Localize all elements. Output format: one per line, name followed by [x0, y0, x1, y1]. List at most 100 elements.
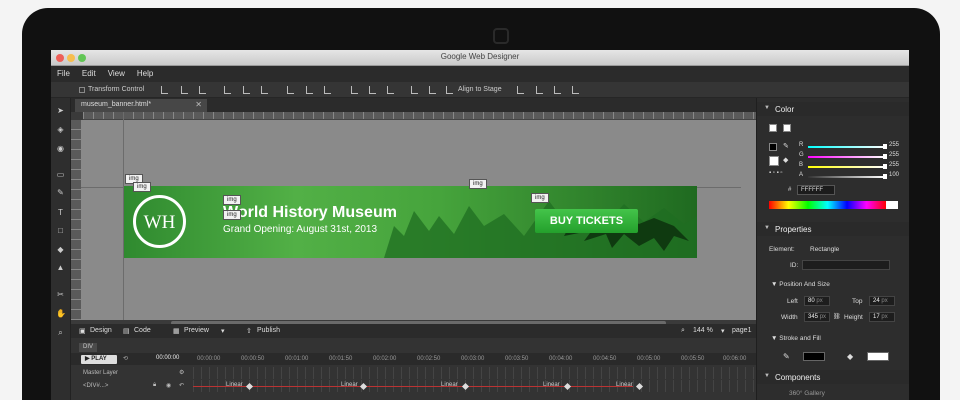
size-width-icon[interactable] — [411, 86, 418, 94]
top-input[interactable]: 24 px — [869, 296, 895, 306]
tag-tool-icon[interactable]: ▭ — [56, 170, 65, 179]
preview-button[interactable]: Preview — [184, 327, 209, 334]
green-slider[interactable] — [808, 154, 887, 159]
align-to-stage-icon[interactable] — [446, 86, 453, 94]
zoom-tool-icon[interactable]: ⌕ — [56, 328, 65, 337]
link-icon[interactable]: ⛓ — [833, 313, 841, 320]
distribute-right-icon[interactable] — [387, 86, 394, 94]
stroke-fill-header[interactable]: ▼ Stroke and Fill — [771, 335, 821, 342]
id-input[interactable] — [802, 260, 890, 270]
pen-tool-icon[interactable]: ✎ — [56, 188, 65, 197]
red-slider[interactable] — [808, 144, 887, 149]
timeline-breadcrumb[interactable]: DIV — [79, 343, 98, 352]
transform-control-checkbox[interactable] — [79, 87, 85, 93]
align-to-stage-label[interactable]: Align to Stage — [458, 86, 502, 93]
page-selector[interactable]: page1 — [732, 327, 751, 334]
distribute-center-icon[interactable] — [369, 86, 376, 94]
publish-button[interactable]: Publish — [257, 327, 280, 334]
loop-icon[interactable]: ⟲ — [123, 355, 128, 362]
distribute-middle-icon[interactable] — [306, 86, 313, 94]
preview-icon[interactable]: ▦ — [173, 327, 180, 335]
blue-value[interactable]: 255 — [889, 162, 899, 168]
paint-bucket-icon[interactable]: ◆ — [783, 156, 788, 164]
menu-help[interactable]: Help — [131, 66, 159, 78]
stroke-tool-icon[interactable]: ▲ — [56, 263, 65, 272]
color-panel-header[interactable]: Color — [757, 102, 909, 116]
align-left-icon[interactable] — [161, 86, 168, 94]
stroke-pencil-icon[interactable]: ✎ — [783, 352, 790, 361]
red-value[interactable]: 255 — [889, 142, 899, 148]
stroke-color-swatch[interactable] — [803, 352, 825, 361]
publish-icon[interactable]: ⇧ — [246, 327, 252, 335]
components-panel-header[interactable]: Components — [757, 370, 909, 384]
hex-input[interactable]: FFFFFF — [797, 185, 835, 195]
align-bottom-icon[interactable] — [261, 86, 268, 94]
selection-tool-icon[interactable]: ➤ — [56, 106, 65, 115]
page-dropdown-icon[interactable]: ▾ — [721, 327, 725, 335]
menu-file[interactable]: File — [51, 66, 76, 78]
stroke-swatch[interactable] — [769, 124, 777, 132]
eyedropper-icon[interactable]: ✎ — [783, 142, 789, 150]
tool-c-icon[interactable] — [554, 86, 561, 94]
code-mode-button[interactable]: Code — [134, 327, 151, 334]
zoom-value[interactable]: 144 % — [693, 327, 713, 334]
banner-ad[interactable]: WH World History Museum Grand Opening: A… — [124, 186, 697, 258]
3d-translation-tool-icon[interactable]: ◉ — [56, 144, 65, 153]
color-swatch-black[interactable] — [769, 143, 777, 151]
tool-d-icon[interactable] — [572, 86, 579, 94]
shape-tool-icon[interactable]: □ — [56, 226, 65, 235]
master-track[interactable] — [193, 367, 756, 379]
img-tag[interactable]: img — [133, 182, 151, 192]
hand-tool-icon[interactable]: ✋ — [56, 309, 66, 318]
text-tool-icon[interactable]: T — [56, 208, 65, 217]
fill-swatch[interactable] — [783, 124, 791, 132]
undo-icon[interactable]: ↶ — [179, 382, 184, 389]
img-tag[interactable]: img — [531, 193, 549, 203]
menu-edit[interactable]: Edit — [76, 66, 102, 78]
design-mode-icon[interactable]: ▣ — [79, 327, 86, 335]
align-top-icon[interactable] — [224, 86, 231, 94]
size-height-icon[interactable] — [429, 86, 436, 94]
align-middle-icon[interactable] — [243, 86, 250, 94]
visibility-icon[interactable]: ◉ — [166, 382, 171, 389]
code-mode-icon[interactable]: ▤ — [123, 327, 130, 335]
distribute-top-icon[interactable] — [287, 86, 294, 94]
distribute-left-icon[interactable] — [351, 86, 358, 94]
height-input[interactable]: 17 px — [869, 312, 895, 322]
img-tag[interactable]: img — [223, 210, 241, 220]
width-input[interactable]: 345 px — [804, 312, 830, 322]
tool-b-icon[interactable] — [536, 86, 543, 94]
tool-a-icon[interactable] — [517, 86, 524, 94]
align-center-icon[interactable] — [181, 86, 188, 94]
blue-slider[interactable] — [808, 164, 887, 169]
eyedropper-tool-icon[interactable]: ✂ — [56, 290, 65, 299]
gear-icon[interactable]: ⚙ — [179, 369, 184, 376]
layer-row[interactable]: <DIV#...> 🔒︎ ◉ ↶ Linear Linear Linear Li… — [71, 380, 756, 392]
alpha-value[interactable]: 100 — [889, 172, 899, 178]
fill-color-swatch[interactable] — [769, 156, 779, 166]
align-right-icon[interactable] — [199, 86, 206, 94]
gradient-type-icon[interactable]: ▪ ▫ ▪ ▫ — [769, 170, 783, 176]
position-size-header[interactable]: ▼ Position And Size — [771, 281, 830, 288]
fill-color-box[interactable] — [867, 352, 889, 361]
current-time[interactable]: 00:00:00 — [156, 355, 179, 361]
fill-tool-icon[interactable]: ◆ — [56, 245, 65, 254]
properties-panel-header[interactable]: Properties — [757, 222, 909, 236]
menu-view[interactable]: View — [102, 66, 131, 78]
left-input[interactable]: 80 px — [804, 296, 830, 306]
img-tag[interactable]: img — [223, 195, 241, 205]
play-button[interactable]: ▶ PLAY — [81, 355, 117, 364]
green-value[interactable]: 255 — [889, 152, 899, 158]
document-tab[interactable]: museum_banner.html* ✕ — [75, 99, 207, 112]
preview-dropdown-icon[interactable]: ▾ — [221, 327, 225, 335]
img-tag[interactable]: img — [469, 179, 487, 189]
banner-title[interactable]: World History Museum — [223, 204, 397, 222]
hue-spectrum[interactable] — [769, 201, 886, 209]
distribute-bottom-icon[interactable] — [324, 86, 331, 94]
lock-icon[interactable]: 🔒︎ — [153, 382, 156, 389]
component-item[interactable]: 360° Gallery — [789, 390, 825, 397]
master-layer-row[interactable]: Master Layer ⚙ — [71, 367, 756, 379]
alpha-slider[interactable] — [808, 174, 887, 179]
3d-rotation-tool-icon[interactable]: ◈ — [56, 125, 65, 134]
banner-subtitle[interactable]: Grand Opening: August 31st, 2013 — [223, 224, 377, 235]
